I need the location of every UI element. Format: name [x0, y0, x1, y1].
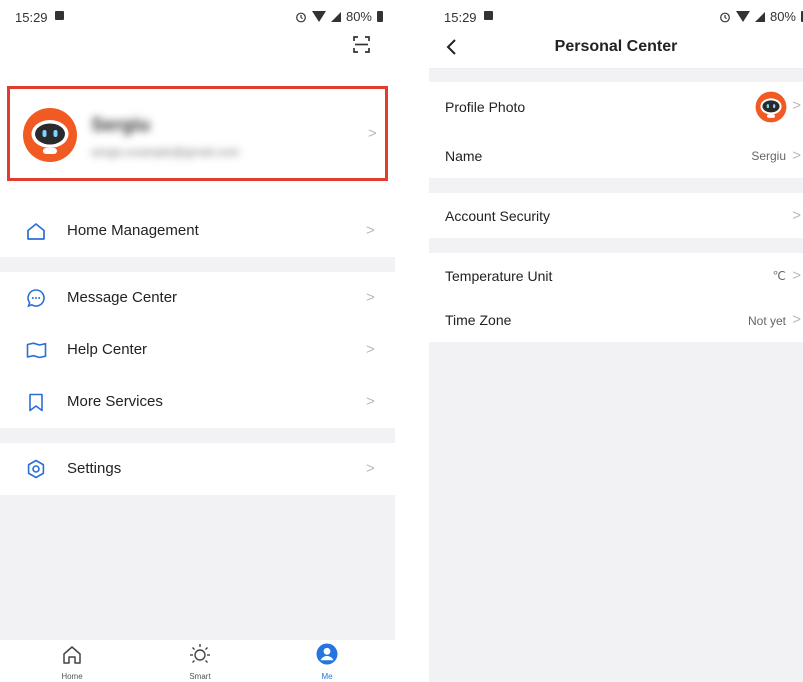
status-time: 15:29 — [444, 10, 477, 25]
bottom-tab-bar: Home Smart Me — [0, 640, 395, 682]
profile-photo-avatar — [755, 91, 787, 123]
tab-me[interactable]: Me — [297, 640, 357, 682]
profile-name: Sergiu — [91, 115, 151, 136]
scan-icon[interactable] — [352, 35, 371, 54]
chevron-right-icon: > — [792, 267, 801, 284]
chevron-right-icon: > — [366, 341, 375, 358]
menu-item-message-center[interactable]: Message Center > — [0, 272, 395, 324]
row-name[interactable]: Name Sergiu > — [429, 130, 803, 178]
status-icons: 80% — [719, 9, 803, 24]
battery-icon — [377, 11, 383, 22]
row-label: Account Security — [445, 208, 551, 224]
book-icon — [26, 342, 47, 359]
row-temperature-unit[interactable]: Temperature Unit ℃ > — [429, 253, 803, 298]
row-time-zone[interactable]: Time Zone Not yet > — [429, 298, 803, 342]
row-label: Profile Photo — [445, 99, 526, 115]
me-screen: 15:29 80% Sergiu sergiu.example@gmail.co… — [0, 0, 395, 682]
tab-label: Home — [61, 672, 83, 681]
alarm-icon — [720, 12, 730, 22]
chevron-right-icon: > — [792, 207, 801, 224]
signal-icon — [330, 11, 341, 22]
image-notification-icon — [55, 11, 64, 20]
page-title: Personal Center — [554, 38, 678, 55]
tab-label: Me — [321, 672, 333, 681]
status-time: 15:29 — [15, 10, 48, 25]
status-bar: 15:29 80% — [429, 0, 803, 34]
row-value: Sergiu — [751, 149, 786, 163]
menu-item-label: Message Center — [67, 289, 178, 306]
chevron-right-icon: > — [366, 289, 375, 306]
avatar — [23, 108, 77, 162]
chevron-right-icon: > — [792, 97, 801, 114]
tab-home[interactable]: Home — [42, 640, 102, 682]
home-icon — [27, 223, 45, 240]
chevron-right-icon: > — [366, 393, 375, 410]
menu-item-more-services[interactable]: More Services > — [0, 376, 395, 428]
home-outline-icon — [63, 646, 81, 664]
personal-center-screen: 15:29 80% Personal Center Profile Photo … — [429, 0, 803, 682]
menu-item-label: Settings — [67, 460, 122, 477]
wifi-icon — [735, 11, 750, 22]
tab-smart[interactable]: Smart — [170, 640, 230, 682]
status-icons: 80% — [295, 9, 383, 24]
person-icon — [316, 643, 338, 665]
menu-item-help-center[interactable]: Help Center > — [0, 324, 395, 376]
tab-label: Smart — [189, 672, 211, 681]
sun-icon — [190, 644, 210, 663]
row-value: ℃ — [772, 269, 786, 283]
row-label: Name — [445, 148, 483, 164]
bookmark-icon — [29, 393, 43, 412]
chevron-right-icon: > — [792, 147, 801, 164]
row-label: Temperature Unit — [445, 268, 553, 284]
status-bar: 15:29 80% — [0, 0, 395, 34]
chevron-right-icon: > — [792, 311, 801, 328]
menu-item-label: Help Center — [67, 341, 148, 358]
image-notification-icon — [484, 11, 493, 20]
menu-item-label: More Services — [67, 393, 163, 410]
message-icon — [27, 289, 45, 308]
row-profile-photo[interactable]: Profile Photo > — [429, 82, 803, 130]
profile-email: sergiu.example@gmail.com — [91, 145, 240, 159]
alarm-icon — [296, 12, 306, 22]
nav-bar: Personal Center — [429, 34, 803, 69]
settings-icon — [27, 459, 45, 479]
battery-percent: 80% — [769, 9, 796, 24]
signal-icon — [754, 11, 765, 22]
profile-chevron-icon: > — [368, 125, 377, 142]
chevron-right-icon: > — [366, 460, 375, 477]
row-label: Time Zone — [445, 312, 512, 328]
row-account-security[interactable]: Account Security > — [429, 193, 803, 238]
profile-card[interactable]: Sergiu sergiu.example@gmail.com > — [7, 86, 388, 181]
battery-percent: 80% — [345, 9, 372, 24]
row-value: Not yet — [747, 314, 786, 328]
menu-item-label: Home Management — [67, 222, 199, 239]
chevron-right-icon: > — [366, 222, 375, 239]
wifi-icon — [311, 11, 326, 22]
menu-item-settings[interactable]: Settings > — [0, 443, 395, 495]
menu-item-home-management[interactable]: Home Management > — [0, 205, 395, 257]
